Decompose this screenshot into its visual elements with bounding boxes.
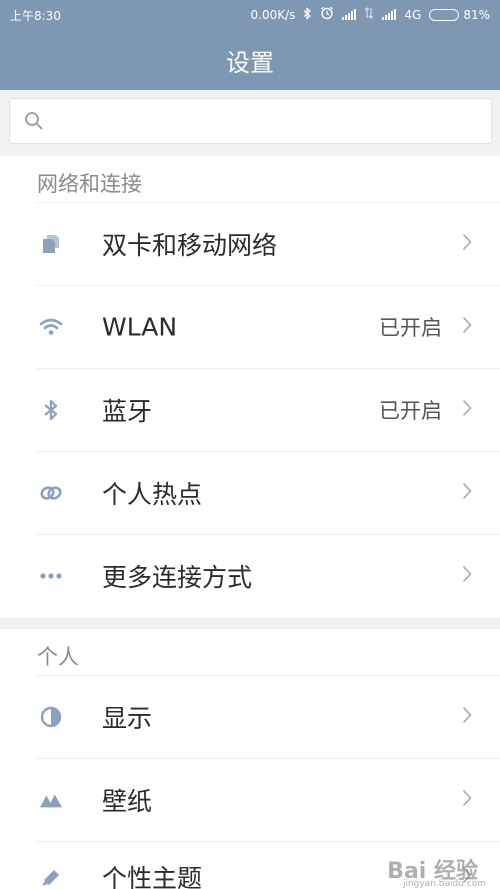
wallpaper-mountain-icon — [39, 788, 63, 812]
settings-item-wlan[interactable]: WLAN 已开启 — [0, 285, 500, 368]
divider — [37, 368, 500, 369]
settings-item-label: 个性主题 — [102, 864, 203, 889]
battery-indicator: 81% — [429, 8, 490, 22]
divider — [37, 202, 500, 203]
display-contrast-icon — [39, 705, 63, 729]
divider — [37, 451, 500, 452]
section-header-personal: 个人 — [37, 645, 79, 669]
network-type: 4G — [404, 7, 422, 22]
more-dots-icon — [39, 564, 63, 588]
settings-item-bluetooth[interactable]: 蓝牙 已开启 — [0, 368, 500, 451]
chevron-right-icon — [462, 706, 472, 728]
signal-sim1-icon — [342, 9, 357, 20]
settings-item-hotspot[interactable]: 个人热点 — [0, 451, 500, 534]
network-speed: 0.00K/s — [250, 7, 296, 22]
settings-item-status: 已开启 — [379, 398, 442, 423]
divider — [37, 675, 500, 676]
alarm-icon — [320, 6, 334, 23]
bluetooth-status-icon — [303, 6, 312, 23]
page-title: 设置 — [226, 48, 274, 77]
section-header-network: 网络和连接 — [37, 172, 142, 196]
search-input[interactable] — [9, 98, 492, 144]
section-network: 网络和连接 双卡和移动网络 WLAN 已开启 蓝牙 已开启 个人热点 更多连接方… — [0, 156, 500, 618]
signal-sim2-icon — [382, 9, 397, 20]
data-transfer-icon — [364, 7, 374, 22]
settings-item-label: 个人热点 — [102, 479, 203, 509]
divider — [37, 758, 500, 759]
baidu-watermark-url: jingyan.baidu.com — [402, 879, 486, 889]
wifi-icon — [39, 315, 63, 339]
settings-item-label: 更多连接方式 — [102, 562, 253, 592]
settings-item-status: 已开启 — [379, 315, 442, 340]
bluetooth-icon — [39, 398, 63, 422]
settings-item-more-connections[interactable]: 更多连接方式 — [0, 534, 500, 617]
theme-brush-icon — [39, 865, 63, 889]
settings-item-label: WLAN — [102, 312, 178, 341]
settings-item-wallpaper[interactable]: 壁纸 — [0, 758, 500, 841]
hotspot-link-icon — [39, 481, 63, 505]
battery-icon — [429, 8, 460, 21]
status-time: 上午8:30 — [10, 9, 61, 23]
section-personal: 个人 显示 壁纸 个性主题 — [0, 629, 500, 889]
chevron-right-icon — [462, 316, 472, 338]
battery-percent: 81% — [463, 7, 490, 22]
title-bar: 设置 — [0, 30, 500, 90]
status-bar: 上午8:30 0.00K/s 4G 81% — [0, 0, 500, 30]
chevron-right-icon — [462, 789, 472, 811]
chevron-right-icon — [462, 233, 472, 255]
dual-sim-icon — [39, 232, 63, 256]
divider — [37, 841, 500, 842]
chevron-right-icon — [462, 482, 472, 504]
search-area — [0, 90, 500, 155]
settings-item-display[interactable]: 显示 — [0, 675, 500, 758]
search-icon — [24, 111, 44, 135]
settings-item-dual-sim[interactable]: 双卡和移动网络 — [0, 202, 500, 285]
divider — [37, 285, 500, 286]
chevron-right-icon — [462, 565, 472, 587]
status-indicators: 0.00K/s 4G 81% — [250, 6, 490, 23]
settings-item-label: 壁纸 — [102, 786, 153, 816]
settings-item-label: 双卡和移动网络 — [102, 230, 278, 260]
settings-item-label: 蓝牙 — [102, 396, 153, 426]
divider — [37, 534, 500, 535]
chevron-right-icon — [462, 399, 472, 421]
settings-item-label: 显示 — [102, 703, 153, 733]
